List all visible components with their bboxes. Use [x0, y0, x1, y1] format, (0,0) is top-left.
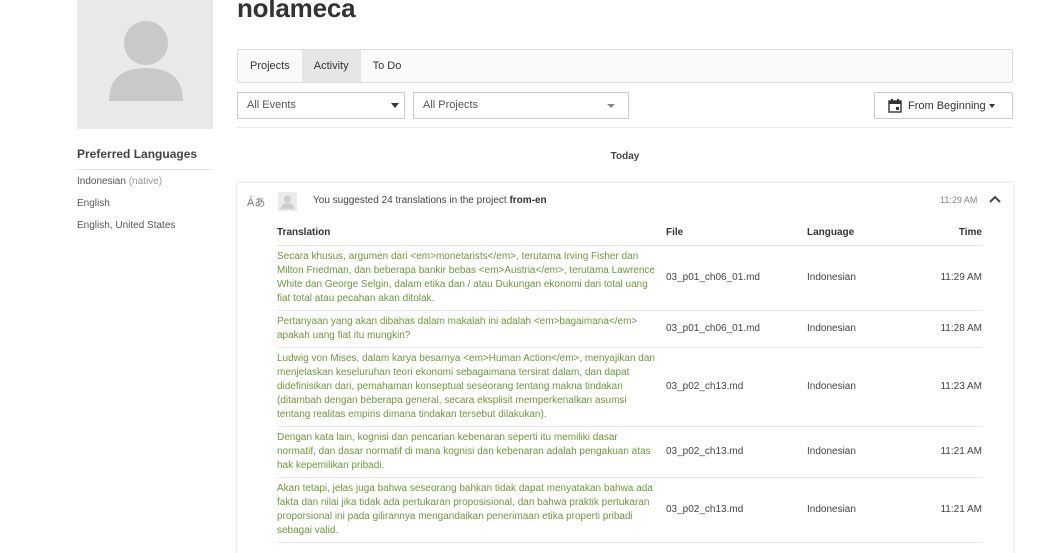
language-item: Indonesian (native) — [77, 176, 163, 187]
language-item: English, United States — [77, 220, 176, 231]
translation-text[interactable]: Dengan kata lain, kognisi dan pencarian … — [277, 426, 666, 478]
chevron-up-icon[interactable] — [989, 194, 1001, 204]
table-row: Pertanyaan yang akan dibahas dalam makal… — [277, 310, 982, 348]
translation-text[interactable]: Secara khusus, argumen dari <em>monetari… — [277, 245, 666, 311]
preferred-languages-list: Indonesian (native) English English, Uni… — [77, 176, 175, 242]
tab-projects[interactable]: Projects — [238, 50, 302, 82]
column-header-translation: Translation — [277, 227, 666, 246]
table-row: Ludwig von Mises, dalam karya besarnya <… — [277, 347, 982, 427]
date-range-button[interactable]: From Beginning — [874, 92, 1013, 119]
activity-time: 11:29 AM — [940, 195, 978, 205]
time-cell: 11:21 AM — [917, 477, 982, 543]
avatar — [278, 192, 297, 211]
file-cell: 03_p02_ch13.md — [666, 426, 807, 478]
projects-filter-select[interactable]: All Projects — [413, 92, 629, 119]
preferred-languages-title: Preferred Languages — [77, 147, 198, 161]
activity-card: Áあ You suggested 24 translations in the… — [237, 183, 1013, 553]
translate-icon: Áあ — [247, 197, 266, 209]
language-cell: Indonesian — [807, 347, 917, 427]
language-cell: Indonesian — [807, 310, 917, 348]
caret-down-icon — [988, 103, 995, 108]
calendar-icon — [888, 98, 902, 113]
time-cell: 11:21 AM — [917, 426, 982, 478]
file-cell: 03_p02_ch13.md — [666, 477, 807, 543]
dropdown-caret-icon — [391, 103, 399, 108]
projects-filter-value: All Projects — [423, 99, 479, 111]
language-item: English — [77, 198, 110, 209]
profile-avatar — [77, 0, 213, 129]
activity-card-header[interactable]: Áあ You suggested 24 translations in the… — [237, 183, 1013, 219]
language-cell: Indonesian — [807, 477, 917, 543]
file-cell: 03_p01_ch06_01.md — [666, 245, 807, 311]
translations-table: Translation File Language Time Secara kh… — [277, 227, 982, 543]
table-row: Secara khusus, argumen dari <em>monetari… — [277, 245, 982, 311]
translation-text[interactable]: Pertanyaan yang akan dibahas dalam makal… — [277, 310, 666, 348]
table-header-row: Translation File Language Time — [277, 227, 982, 246]
time-cell: 11:28 AM — [917, 310, 982, 348]
events-filter-value: All Events — [247, 99, 296, 111]
translation-text[interactable]: Ludwig von Mises, dalam karya besarnya <… — [277, 347, 666, 427]
divider — [237, 127, 1013, 128]
username-heading: nolameca — [237, 0, 356, 23]
project-link[interactable]: from-en — [509, 195, 546, 206]
date-range-label: From Beginning — [908, 99, 986, 112]
language-cell: Indonesian — [807, 426, 917, 478]
tab-todo[interactable]: To Do — [361, 50, 414, 82]
table-row: Dengan kata lain, kognisi dan pencarian … — [277, 426, 982, 478]
tab-activity[interactable]: Activity — [301, 50, 361, 82]
profile-tabs: Projects Activity To Do — [237, 49, 1013, 83]
time-cell: 11:23 AM — [917, 347, 982, 427]
file-cell: 03_p02_ch13.md — [666, 347, 807, 427]
events-filter-select[interactable]: All Events — [237, 92, 405, 119]
language-cell: Indonesian — [807, 245, 917, 311]
activity-summary: You suggested 24 translations in the pro… — [313, 195, 547, 206]
file-cell: 03_p01_ch06_01.md — [666, 310, 807, 348]
translation-text[interactable]: Akan tetapi, jelas juga bahwa seseorang … — [277, 477, 666, 543]
table-row: Akan tetapi, jelas juga bahwa seseorang … — [277, 477, 982, 543]
column-header-time: Time — [917, 227, 982, 246]
divider — [77, 169, 213, 170]
column-header-file: File — [666, 227, 807, 246]
day-label: Today — [610, 151, 640, 162]
dropdown-caret-icon — [607, 104, 615, 108]
column-header-language: Language — [807, 227, 917, 246]
time-cell: 11:29 AM — [917, 245, 982, 311]
